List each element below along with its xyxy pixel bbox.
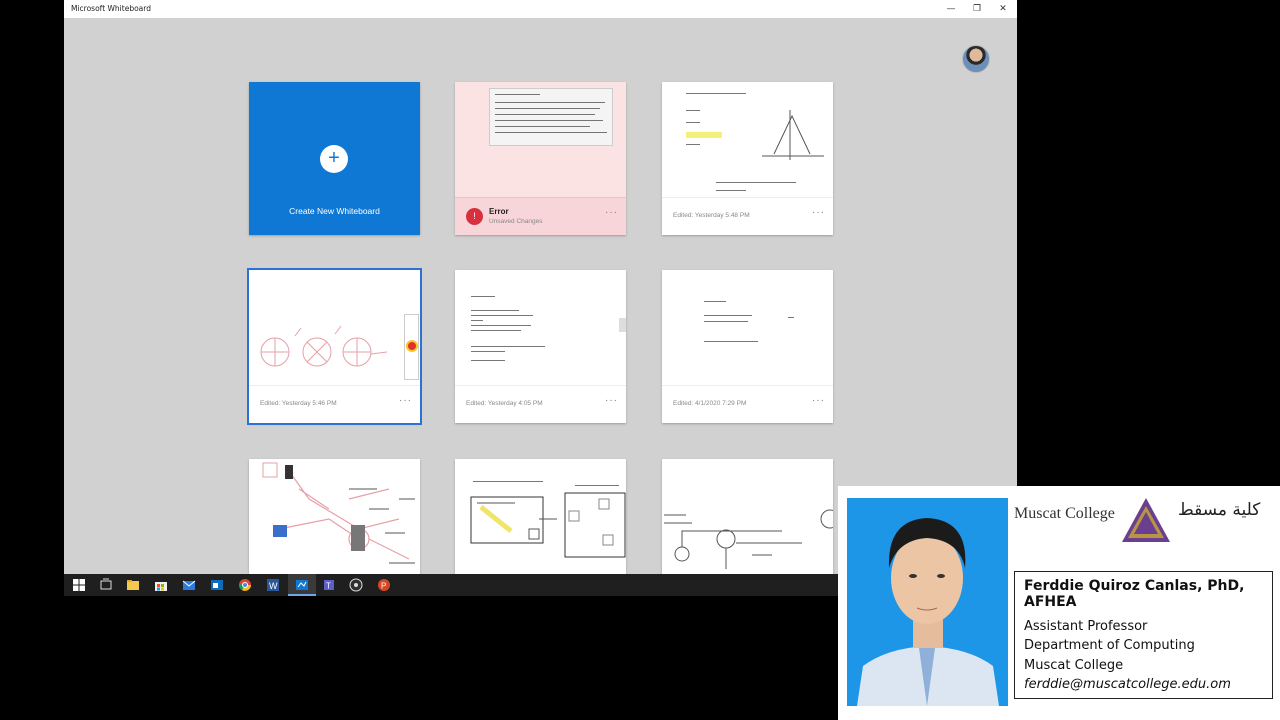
user-avatar[interactable] <box>962 45 990 73</box>
mail-icon[interactable] <box>182 578 196 592</box>
whiteboard-thumbnail <box>455 459 626 574</box>
windows-start-icon[interactable] <box>72 578 86 592</box>
college-logo <box>1122 498 1170 542</box>
whiteboard-thumbnail <box>662 270 833 385</box>
keyframe-diagram-sketch <box>470 492 626 558</box>
teams-icon[interactable]: T <box>322 578 336 592</box>
presenter-overlay: Muscat College كلية مسقط Ferddie Quiroz … <box>838 486 1280 720</box>
edited-timestamp: Edited: Yesterday 5:46 PM <box>260 400 337 407</box>
restore-button[interactable]: ❐ <box>964 2 990 16</box>
presenter-email: ferddie@muscatcollege.edu.om <box>1024 677 1231 692</box>
presenter-title: Assistant Professor <box>1024 619 1148 634</box>
more-options-button[interactable]: ··· <box>605 207 618 218</box>
whiteboard-icon[interactable] <box>295 578 309 592</box>
whiteboard-card[interactable]: Edited: Yesterday 5:48 PM ··· <box>662 82 833 235</box>
presenter-institution: Muscat College <box>1024 658 1124 673</box>
presenter-info-box: Ferddie Quiroz Canlas, PhD, AFHEA Assist… <box>1014 571 1273 699</box>
whiteboard-thumbnail <box>249 459 420 574</box>
close-button[interactable]: ✕ <box>990 2 1016 16</box>
outlook-icon[interactable] <box>210 578 224 592</box>
card-footer: Edited: Yesterday 5:46 PM ··· <box>249 385 420 423</box>
window-title: Microsoft Whiteboard <box>71 4 151 13</box>
college-name-arabic: كلية مسقط <box>1178 500 1261 520</box>
file-explorer-icon[interactable] <box>126 578 140 592</box>
diagram-sketch <box>762 110 824 160</box>
plus-icon: + <box>320 145 348 173</box>
whiteboard-card-error[interactable]: ! Error Unsaved Changes ··· <box>455 82 626 235</box>
more-options-button[interactable]: ··· <box>605 395 618 406</box>
windows-taskbar: W T P <box>64 574 838 596</box>
task-view-icon[interactable] <box>99 578 113 592</box>
obs-icon[interactable] <box>349 578 363 592</box>
presenter-photo <box>847 498 1008 706</box>
svg-text:P: P <box>381 582 386 591</box>
card-footer: Edited: 4/1/2020 7:29 PM ··· <box>662 385 833 423</box>
create-new-whiteboard-card[interactable]: + Create New Whiteboard <box>249 82 420 235</box>
error-subtitle: Unsaved Changes <box>489 218 543 225</box>
title-bar: Microsoft Whiteboard — ❐ ✕ <box>64 0 1017 18</box>
word-icon[interactable]: W <box>266 578 280 592</box>
whiteboard-thumbnail <box>662 459 833 574</box>
error-title: Error <box>489 207 509 216</box>
edited-timestamp: Edited: Yesterday 5:48 PM <box>673 212 750 219</box>
create-new-whiteboard-label: Create New Whiteboard <box>289 206 380 216</box>
powerpoint-icon[interactable]: P <box>377 578 391 592</box>
presenter-department: Department of Computing <box>1024 638 1195 653</box>
more-options-button[interactable]: ··· <box>812 395 825 406</box>
whiteboard-card[interactable]: Edited: Yesterday 4:05 PM ··· <box>455 270 626 423</box>
whiteboard-card[interactable]: Edited: Yesterday 5:46 PM ··· <box>247 268 422 425</box>
edited-timestamp: Edited: Yesterday 4:05 PM <box>466 400 543 407</box>
college-name: Muscat College <box>1014 505 1115 522</box>
svg-text:W: W <box>269 581 278 591</box>
whiteboard-thumbnail <box>662 82 833 197</box>
edited-timestamp: Edited: 4/1/2020 7:29 PM <box>673 400 747 407</box>
error-warning-icon: ! <box>466 208 483 225</box>
state-diagram-sketch <box>664 509 833 569</box>
whiteboard-thumbnail <box>455 270 626 385</box>
whiteboard-card[interactable] <box>662 459 833 574</box>
store-icon[interactable] <box>154 578 168 592</box>
card-footer: Edited: Yesterday 5:48 PM ··· <box>662 197 833 235</box>
card-footer: ! Error Unsaved Changes ··· <box>455 197 626 235</box>
whiteboard-thumbnail <box>455 82 626 197</box>
whiteboard-card[interactable]: Edited: 4/1/2020 7:29 PM ··· <box>662 270 833 423</box>
whiteboard-card[interactable] <box>249 459 420 574</box>
network-diagram-sketch <box>262 462 415 564</box>
more-options-button[interactable]: ··· <box>399 395 412 406</box>
svg-text:T: T <box>326 582 331 591</box>
card-footer: Edited: Yesterday 4:05 PM ··· <box>455 385 626 423</box>
whiteboard-card[interactable] <box>455 459 626 574</box>
whiteboard-thumbnail <box>249 270 420 385</box>
chrome-icon[interactable] <box>238 578 252 592</box>
minimize-button[interactable]: — <box>938 2 964 16</box>
diagram-sketch <box>260 325 388 367</box>
more-options-button[interactable]: ··· <box>812 207 825 218</box>
presenter-name: Ferddie Quiroz Canlas, PhD, AFHEA <box>1024 578 1245 610</box>
